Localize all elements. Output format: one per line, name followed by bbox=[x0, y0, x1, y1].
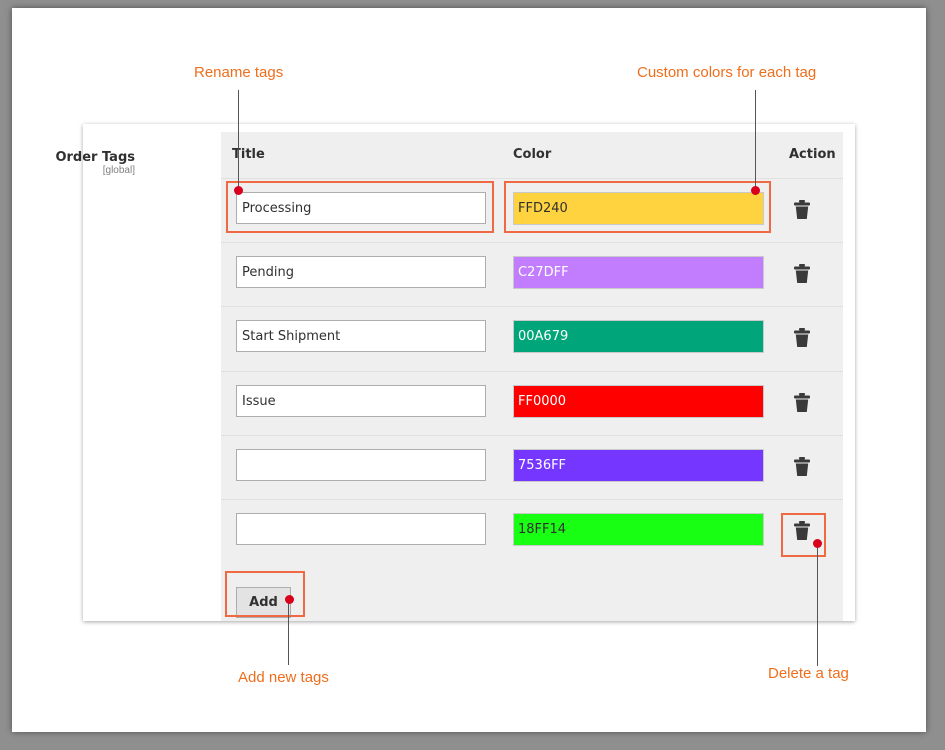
column-header-action: Action bbox=[789, 147, 836, 162]
column-header-title: Title bbox=[232, 147, 265, 162]
tag-title-input[interactable] bbox=[236, 448, 486, 481]
table-row: 18FF14 bbox=[221, 499, 843, 564]
callout-add-tags: Add new tags bbox=[238, 669, 329, 686]
table-row: Issue FF0000 bbox=[221, 370, 843, 436]
rename-connector-line bbox=[238, 90, 239, 189]
rename-marker-dot bbox=[234, 186, 243, 195]
table-row: Pending C27DFF bbox=[221, 242, 843, 307]
trash-icon[interactable] bbox=[794, 200, 810, 219]
callout-delete-tag: Delete a tag bbox=[768, 665, 849, 682]
tag-color-input[interactable]: 7536FF bbox=[513, 448, 764, 482]
field-label-name: Order Tags bbox=[55, 150, 135, 165]
add-connector-line bbox=[288, 599, 289, 665]
table-row: Start Shipment 00A679 bbox=[221, 306, 843, 371]
colors-connector-line bbox=[755, 90, 756, 189]
trash-icon[interactable] bbox=[794, 328, 810, 348]
delete-highlight-box bbox=[781, 513, 826, 557]
rename-highlight-box bbox=[226, 181, 494, 233]
callout-custom-colors: Custom colors for each tag bbox=[637, 64, 817, 81]
trash-icon[interactable] bbox=[794, 264, 810, 284]
delete-connector-line bbox=[817, 544, 818, 666]
tag-color-input[interactable]: 18FF14 bbox=[513, 513, 764, 546]
trash-icon[interactable] bbox=[794, 392, 810, 412]
screenshot-frame: Order Tags [global] Title Color Action P… bbox=[12, 8, 926, 732]
add-marker-dot bbox=[285, 595, 294, 604]
table-row: 7536FF bbox=[221, 434, 843, 500]
tag-title-input[interactable] bbox=[236, 513, 486, 545]
colors-marker-dot bbox=[751, 186, 760, 195]
color-highlight-box bbox=[504, 181, 771, 233]
trash-icon[interactable] bbox=[794, 456, 810, 476]
field-scope: [global] bbox=[102, 165, 135, 176]
column-header-color: Color bbox=[513, 147, 552, 162]
tag-title-input[interactable]: Issue bbox=[236, 384, 486, 417]
delete-marker-dot bbox=[813, 539, 822, 548]
add-highlight-box bbox=[225, 571, 305, 617]
field-label: Order Tags [global] bbox=[15, 150, 135, 176]
tag-color-input[interactable]: 00A679 bbox=[513, 320, 764, 354]
tag-title-input[interactable]: Pending bbox=[236, 256, 486, 289]
tag-color-input[interactable]: C27DFF bbox=[513, 256, 764, 290]
callout-rename-tags: Rename tags bbox=[194, 64, 284, 81]
tag-title-input[interactable]: Start Shipment bbox=[236, 320, 486, 353]
tag-color-input[interactable]: FF0000 bbox=[513, 384, 764, 418]
